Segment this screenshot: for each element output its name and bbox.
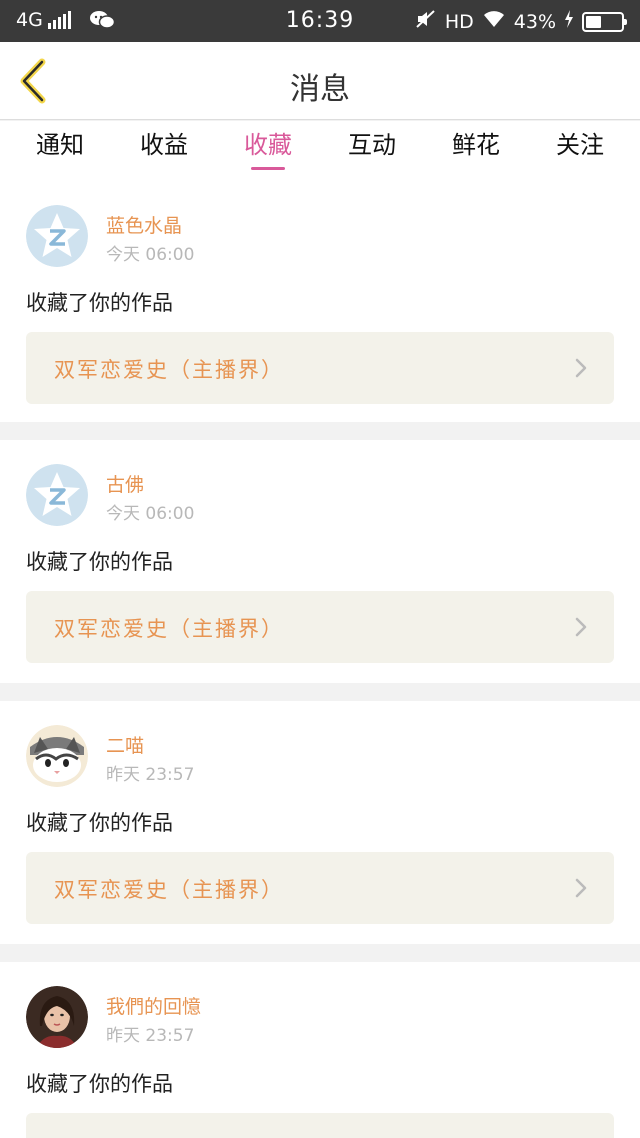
- tab-favorites[interactable]: 收藏: [218, 121, 318, 181]
- tab-label: 关注: [556, 131, 604, 159]
- message-list: 蓝色水晶 今天 06:00 收藏了你的作品 双军恋爱史（主播界） 古佛 今天 0…: [0, 181, 640, 1138]
- avatar[interactable]: [26, 725, 88, 787]
- tab-flowers[interactable]: 鲜花: [426, 121, 526, 181]
- message-card: 我們的回憶 昨天 23:57 收藏了你的作品: [0, 962, 640, 1138]
- avatar[interactable]: [26, 464, 88, 526]
- tab-label: 通知: [36, 131, 84, 159]
- avatar[interactable]: [26, 205, 88, 267]
- chevron-right-icon: [575, 358, 587, 378]
- chevron-right-icon: [575, 617, 587, 637]
- work-title: 双军恋爱史（主播界）: [54, 617, 284, 641]
- action-text: 收藏了你的作品: [26, 550, 173, 574]
- tab-interaction[interactable]: 互动: [322, 121, 422, 181]
- timestamp: 昨天 23:57: [106, 1026, 195, 1046]
- tab-label: 收益: [140, 131, 188, 159]
- nav-bar: 消息: [0, 42, 640, 120]
- tab-follow[interactable]: 关注: [530, 121, 630, 181]
- message-card: 蓝色水晶 今天 06:00 收藏了你的作品 双军恋爱史（主播界）: [0, 181, 640, 422]
- timestamp: 昨天 23:57: [106, 765, 195, 785]
- wifi-icon: [482, 9, 506, 34]
- chevron-right-icon: [575, 878, 587, 898]
- action-text: 收藏了你的作品: [26, 811, 173, 835]
- qq-default-avatar-icon: [26, 464, 88, 526]
- action-text: 收藏了你的作品: [26, 291, 173, 315]
- message-card: 古佛 今天 06:00 收藏了你的作品 双军恋爱史（主播界）: [0, 440, 640, 683]
- active-tab-indicator: [251, 167, 285, 170]
- work-title: 双军恋爱史（主播界）: [54, 878, 284, 902]
- username[interactable]: 古佛: [106, 470, 144, 497]
- work-link[interactable]: 双军恋爱史（主播界）: [26, 332, 614, 404]
- cat-avatar-icon: [26, 725, 88, 787]
- tab-label: 互动: [348, 131, 396, 159]
- work-link[interactable]: 双军恋爱史（主播界）: [26, 591, 614, 663]
- message-card: 二喵 昨天 23:57 收藏了你的作品 双军恋爱史（主播界）: [0, 701, 640, 944]
- username[interactable]: 蓝色水晶: [106, 211, 182, 238]
- username[interactable]: 我們的回憶: [106, 992, 201, 1019]
- status-bar: 4G 16:39 HD 43%: [0, 0, 640, 42]
- action-text: 收藏了你的作品: [26, 1072, 173, 1096]
- battery-icon: [582, 11, 627, 32]
- mute-icon: [415, 9, 437, 34]
- qq-default-avatar-icon: [26, 205, 88, 267]
- timestamp: 今天 06:00: [106, 245, 195, 265]
- tab-label: 收藏: [244, 131, 292, 159]
- work-title: 双军恋爱史（主播界）: [54, 358, 284, 382]
- timestamp: 今天 06:00: [106, 504, 195, 524]
- hd-label: HD: [444, 10, 474, 33]
- avatar[interactable]: [26, 986, 88, 1048]
- battery-percent: 43%: [513, 10, 556, 33]
- tab-label: 鲜花: [452, 131, 500, 159]
- work-link[interactable]: [26, 1113, 614, 1138]
- charging-icon: [564, 10, 574, 33]
- work-link[interactable]: 双军恋爱史（主播界）: [26, 852, 614, 924]
- page-title: 消息: [290, 72, 350, 107]
- username[interactable]: 二喵: [106, 731, 144, 758]
- tab-notice[interactable]: 通知: [10, 121, 110, 181]
- tab-bar: 通知 收益 收藏 互动 鲜花 关注: [0, 121, 640, 181]
- tab-earnings[interactable]: 收益: [114, 121, 214, 181]
- photo-avatar-icon: [26, 986, 88, 1048]
